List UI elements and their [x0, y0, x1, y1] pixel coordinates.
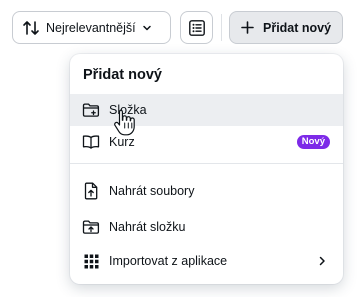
- folder-plus-icon: [82, 101, 100, 119]
- menu-item-label: Importovat z aplikace: [109, 254, 228, 268]
- list-view-icon: [188, 19, 205, 36]
- list-view-button[interactable]: [180, 11, 213, 44]
- menu-item-upload-files[interactable]: Nahrát soubory: [70, 175, 343, 207]
- hand-cursor-icon: [114, 109, 135, 136]
- file-upload-icon: [82, 182, 100, 200]
- toolbar-divider: [221, 14, 222, 41]
- add-new-menu: Přidat nový Složka Kurz Nový Nahrát soub…: [70, 54, 343, 284]
- menu-title: Přidat nový: [83, 67, 162, 83]
- add-new-label: Přidat nový: [263, 20, 332, 35]
- menu-item-course[interactable]: Kurz Nový: [70, 126, 343, 158]
- sort-arrows-icon: [23, 20, 39, 35]
- add-new-button[interactable]: Přidat nový: [229, 11, 343, 44]
- sort-label: Nejrelevantnější: [46, 20, 136, 35]
- sort-dropdown[interactable]: Nejrelevantnější: [12, 11, 171, 44]
- menu-item-folder[interactable]: Složka: [70, 94, 343, 126]
- menu-item-label: Nahrát složku: [109, 220, 186, 234]
- chevron-right-icon: [319, 256, 325, 266]
- menu-item-label: Nahrát soubory: [109, 184, 195, 198]
- menu-item-upload-folder[interactable]: Nahrát složku: [70, 211, 343, 243]
- apps-grid-icon: [82, 252, 100, 270]
- plus-icon: [241, 21, 254, 34]
- chevron-down-icon: [142, 25, 151, 30]
- new-badge: Nový: [296, 135, 330, 149]
- folder-upload-icon: [82, 218, 100, 236]
- menu-divider: [70, 163, 343, 164]
- book-open-icon: [82, 133, 100, 151]
- menu-item-import-app[interactable]: Importovat z aplikace: [70, 245, 343, 277]
